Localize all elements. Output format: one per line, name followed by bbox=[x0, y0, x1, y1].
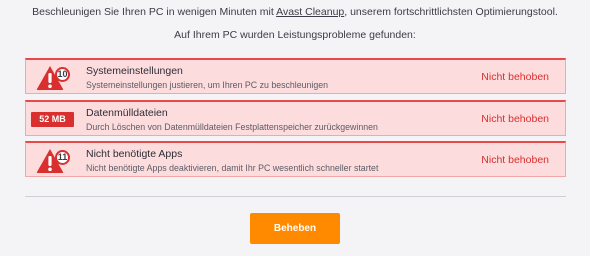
intro-text-end: , unserem fortschrittlichsten Optimierun… bbox=[344, 6, 558, 18]
issue-row-unneeded-apps: 11 Nicht benötigte Apps Nicht benötigte … bbox=[25, 141, 566, 177]
issue-status: Nicht behoben bbox=[481, 71, 549, 83]
issue-title: Datenmülldateien bbox=[86, 107, 168, 119]
issue-count-badge: 11 bbox=[55, 150, 70, 165]
issue-icon-group: 10 bbox=[34, 65, 70, 91]
issue-status: Nicht behoben bbox=[481, 154, 549, 166]
issue-count-badge: 10 bbox=[55, 67, 70, 82]
issue-status: Nicht behoben bbox=[481, 113, 549, 125]
junk-size-badge: 52 MB bbox=[31, 112, 74, 127]
avast-cleanup-link[interactable]: Avast Cleanup bbox=[276, 6, 344, 18]
intro-text-start: Beschleunigen Sie Ihren PC in wenigen Mi… bbox=[32, 6, 277, 18]
issue-description: Systemeinstellungen justieren, um Ihren … bbox=[86, 80, 329, 90]
issue-icon-group: 11 bbox=[34, 148, 70, 174]
intro-text: Beschleunigen Sie Ihren PC in wenigen Mi… bbox=[0, 6, 590, 18]
issue-row-system-settings: 10 Systemeinstellungen Systemeinstellung… bbox=[25, 58, 566, 94]
issue-row-junk-files: 52 MB Datenmülldateien Durch Löschen von… bbox=[25, 100, 566, 136]
issue-title: Nicht benötigte Apps bbox=[86, 148, 183, 160]
issues-found-heading: Auf Ihrem PC wurden Leistungsprobleme ge… bbox=[174, 29, 416, 41]
section-divider bbox=[25, 196, 566, 197]
issue-description: Durch Löschen von Datenmülldateien Festp… bbox=[86, 122, 378, 132]
fix-button[interactable]: Beheben bbox=[250, 213, 340, 244]
issue-description: Nicht benötigte Apps deaktivieren, damit… bbox=[86, 163, 379, 173]
issue-title: Systemeinstellungen bbox=[86, 65, 183, 77]
